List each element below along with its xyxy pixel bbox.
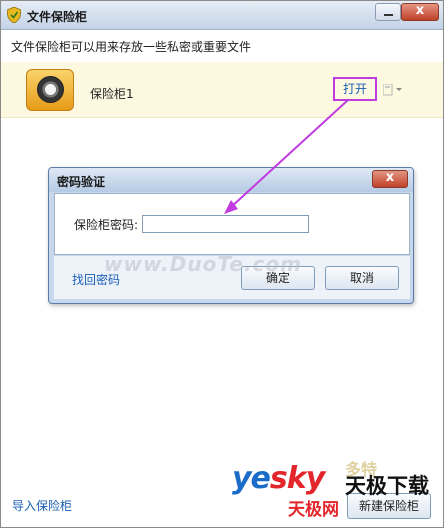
window-titlebar[interactable]: 文件保险柜 x — [1, 1, 443, 30]
shield-icon — [7, 7, 21, 23]
window-title: 文件保险柜 — [27, 10, 88, 24]
duote-watermark: www.DuoTe.com — [104, 252, 302, 276]
safe-dial-icon — [37, 76, 64, 103]
password-dialog: 密码验证 x 保险柜密码: 找回密码 确定 取消 — [48, 167, 414, 304]
close-button[interactable]: x — [401, 3, 439, 21]
yesky-sky: sky — [269, 461, 325, 496]
dialog-close-button[interactable]: x — [372, 170, 408, 188]
yesky-ye: ye — [232, 461, 271, 496]
vault-name: 保险柜1 — [90, 87, 134, 101]
password-label: 保险柜密码: — [74, 218, 139, 232]
minimize-button[interactable] — [375, 3, 401, 21]
safe-icon — [26, 69, 74, 111]
open-vault-button[interactable]: 打开 — [333, 77, 377, 101]
cancel-button[interactable]: 取消 — [325, 266, 399, 290]
yesky-cn: 天极网 — [288, 500, 339, 520]
close-icon: x — [385, 170, 395, 185]
password-input[interactable] — [142, 215, 309, 233]
close-icon: x — [415, 3, 425, 18]
import-vault-link[interactable]: 导入保险柜 — [12, 497, 72, 514]
dialog-body: 保险柜密码: — [54, 193, 410, 255]
window-description: 文件保险柜可以用来存放一些私密或重要文件 — [11, 40, 252, 54]
dialog-title: 密码验证 — [57, 175, 106, 189]
yesky-wordmark: yesky — [232, 461, 325, 496]
tianji-download-watermark: 天极下载 — [345, 474, 429, 498]
chevron-down-icon[interactable] — [383, 84, 403, 96]
dialog-titlebar[interactable]: 密码验证 x — [49, 168, 413, 192]
yesky-logo: yesky 天极网 天极下载 — [228, 461, 444, 525]
